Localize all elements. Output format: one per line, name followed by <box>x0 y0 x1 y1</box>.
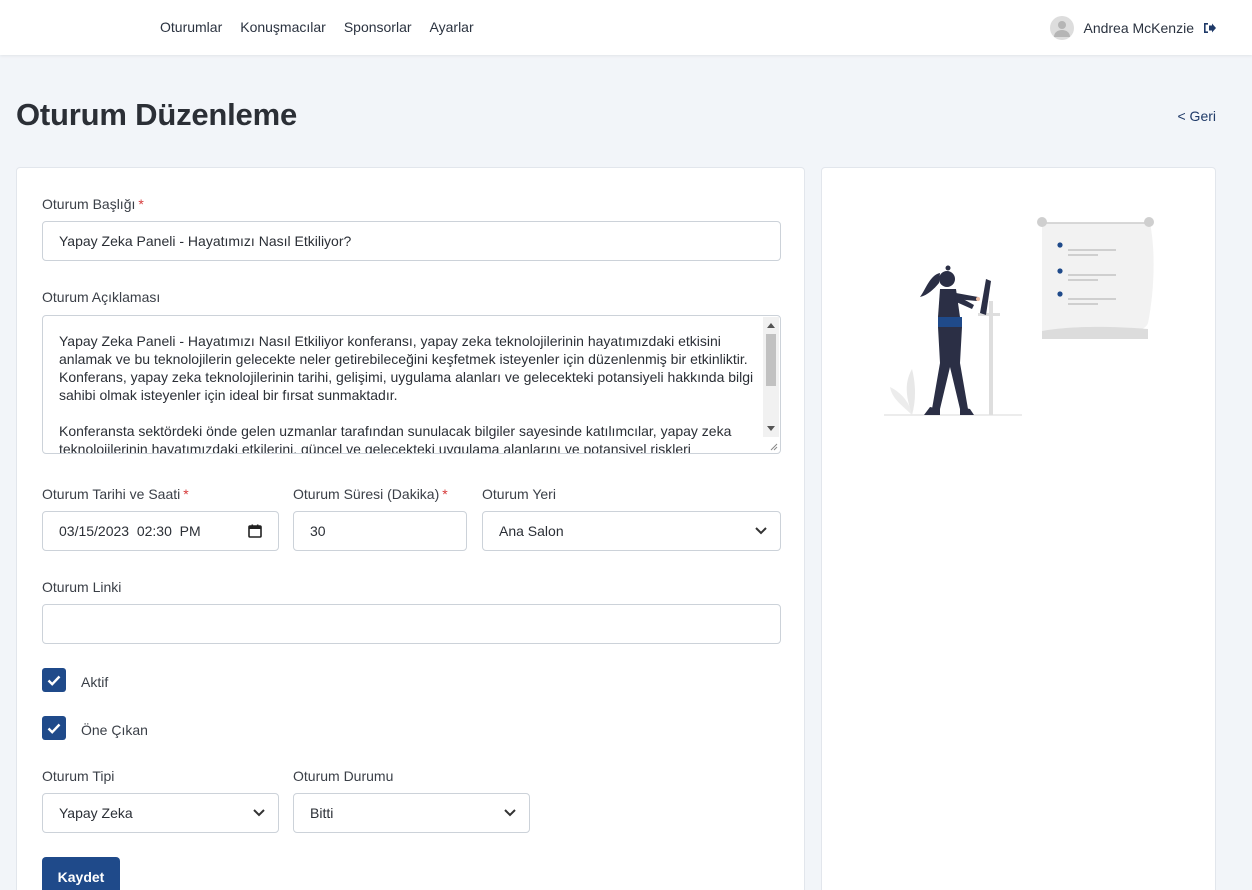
nav-item-sponsorlar[interactable]: Sponsorlar <box>344 19 412 35</box>
description-text: Yapay Zeka Paneli - Hayatımızı Nasıl Etk… <box>59 333 754 454</box>
checkmark-icon <box>47 723 61 734</box>
page-title: Oturum Düzenleme <box>16 97 298 132</box>
checkmark-icon <box>47 675 61 686</box>
duration-label: Oturum Süresi (Dakika) * <box>293 486 448 502</box>
duration-value: 30 <box>310 523 326 539</box>
type-select[interactable]: Yapay Zeka <box>42 793 279 833</box>
active-checkbox[interactable] <box>42 668 66 692</box>
logout-icon[interactable] <box>1203 22 1216 34</box>
user-menu[interactable]: Andrea McKenzie <box>1050 16 1216 40</box>
featured-label[interactable]: Öne Çıkan <box>81 722 148 738</box>
type-label: Oturum Tipi <box>42 768 115 784</box>
user-name[interactable]: Andrea McKenzie <box>1083 20 1194 36</box>
status-label: Oturum Durumu <box>293 768 394 784</box>
resize-handle-icon[interactable] <box>768 441 778 451</box>
description-label: Oturum Açıklaması <box>42 289 161 305</box>
duration-input[interactable]: 30 <box>293 511 467 551</box>
link-label: Oturum Linki <box>42 579 122 595</box>
calendar-icon[interactable] <box>248 524 262 538</box>
nav-item-konusmacilar[interactable]: Konuşmacılar <box>240 19 326 35</box>
link-input[interactable] <box>42 604 781 644</box>
title-input-value: Yapay Zeka Paneli - Hayatımızı Nasıl Etk… <box>59 233 352 249</box>
required-mark: * <box>442 486 448 502</box>
scroll-thumb[interactable] <box>766 334 776 386</box>
location-value: Ana Salon <box>499 523 564 539</box>
nav-item-oturumlar[interactable]: Oturumlar <box>160 19 222 35</box>
description-textarea[interactable]: Yapay Zeka Paneli - Hayatımızı Nasıl Etk… <box>42 315 781 454</box>
description-scrollbar[interactable] <box>763 317 779 437</box>
date-time-input[interactable]: 03/15/2023 02:30 PM <box>42 511 279 551</box>
woman-with-checklist-illustration <box>884 217 1154 416</box>
status-value: Bitti <box>310 805 334 821</box>
type-value: Yapay Zeka <box>59 805 133 821</box>
required-mark: * <box>183 486 189 502</box>
top-navbar: Oturumlar Konuşmacılar Sponsorlar Ayarla… <box>0 0 1252 55</box>
date-time-value: 03/15/2023 02:30 PM <box>59 523 201 539</box>
session-form-card: Oturum Başlığı * Yapay Zeka Paneli - Haya… <box>16 167 805 890</box>
featured-checkbox[interactable] <box>42 716 66 740</box>
location-select[interactable]: Ana Salon <box>482 511 781 551</box>
required-mark: * <box>138 196 144 212</box>
scroll-down-arrow-icon[interactable] <box>767 426 775 431</box>
title-label: Oturum Başlığı * <box>42 196 144 212</box>
user-avatar-icon[interactable] <box>1050 16 1075 40</box>
main-nav: Oturumlar Konuşmacılar Sponsorlar Ayarla… <box>160 19 474 35</box>
location-label: Oturum Yeri <box>482 486 556 502</box>
chevron-down-icon <box>504 809 516 817</box>
back-link[interactable]: < Geri <box>1177 108 1216 124</box>
chevron-down-icon <box>253 809 265 817</box>
nav-item-ayarlar[interactable]: Ayarlar <box>430 19 474 35</box>
date-label: Oturum Tarihi ve Saati * <box>42 486 189 502</box>
save-button[interactable]: Kaydet <box>42 857 120 890</box>
illustration-card <box>821 167 1216 890</box>
title-input[interactable]: Yapay Zeka Paneli - Hayatımızı Nasıl Etk… <box>42 221 781 261</box>
active-label[interactable]: Aktif <box>81 674 108 690</box>
scroll-up-arrow-icon[interactable] <box>767 323 775 328</box>
chevron-down-icon <box>755 527 767 535</box>
status-select[interactable]: Bitti <box>293 793 530 833</box>
